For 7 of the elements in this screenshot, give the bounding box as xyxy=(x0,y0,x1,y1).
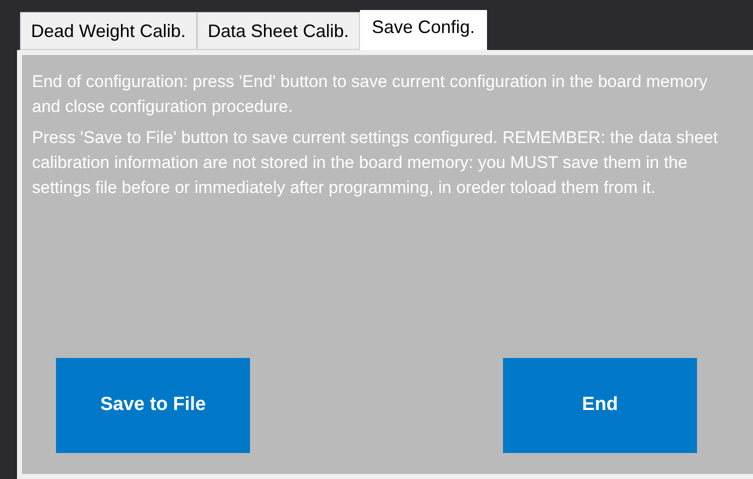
instruction-text: Press 'Save to File' button to save current settings configured. REMEMBER: the data sheet calibration information are not stored in the board memory: you MUST save them in the settings file before or immediately after programming, in oreder toload them from it. xyxy=(32,127,719,199)
end-button[interactable]: End xyxy=(503,358,697,453)
instruction-text: End of configuration: press 'End' button to save current configuration in the board memory and close configuration procedure. xyxy=(32,71,709,118)
tab[interactable]: Save Config. xyxy=(360,10,487,50)
tab[interactable]: Data Sheet Calib. xyxy=(196,12,360,50)
tab[interactable]: Dead Weight Calib. xyxy=(20,12,197,50)
save-to-file-button[interactable]: Save to File xyxy=(56,358,250,453)
